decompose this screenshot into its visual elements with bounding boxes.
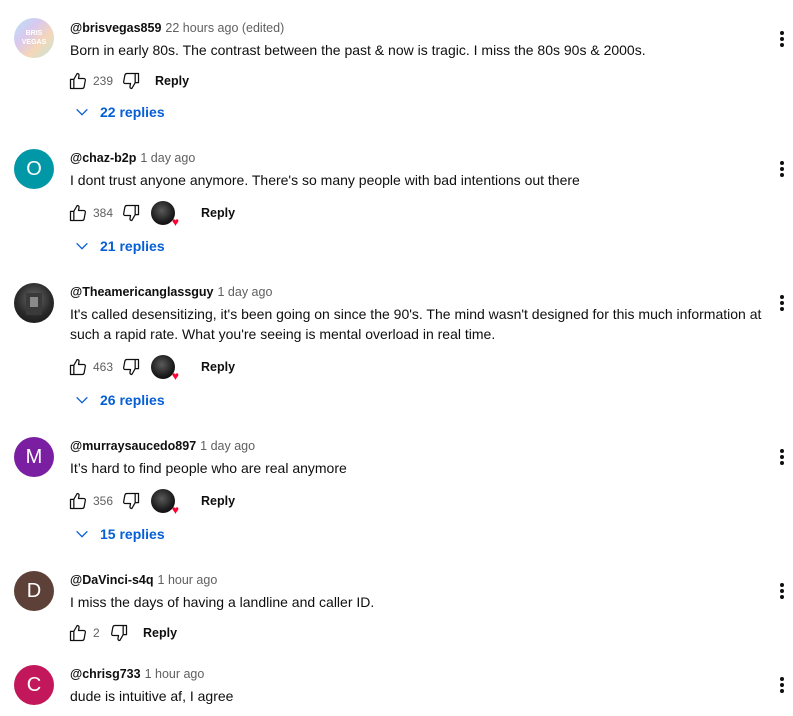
avatar[interactable]: M — [14, 437, 54, 477]
like-count: 2 — [93, 626, 100, 640]
view-replies-button[interactable]: 26 replies — [74, 392, 165, 408]
avatar-letter: C — [26, 673, 42, 696]
comment-text: It’s hard to find people who are real an… — [70, 460, 347, 476]
author-handle[interactable]: @DaVinci-s4q — [70, 573, 154, 587]
reply-button[interactable]: Reply — [201, 494, 235, 508]
comment-header: @DaVinci-s4q 1 hour ago — [70, 573, 217, 587]
view-replies-button[interactable]: 22 replies — [74, 104, 165, 120]
replies-count: 22 replies — [100, 104, 165, 120]
dislike-icon[interactable] — [109, 623, 129, 643]
dislike-icon[interactable] — [121, 357, 141, 377]
comment-text: Born in early 80s. The contrast between … — [70, 42, 646, 58]
like-icon[interactable] — [68, 357, 88, 377]
author-handle[interactable]: @chrisg733 — [70, 667, 141, 681]
author-handle[interactable]: @brisvegas859 — [70, 21, 161, 35]
replies-count: 21 replies — [100, 238, 165, 254]
like-count: 384 — [93, 206, 114, 220]
author-handle[interactable]: @Theamericanglassguy — [70, 285, 214, 299]
avatar[interactable] — [14, 283, 54, 323]
comment-actions: 463 ♥ Reply — [68, 355, 235, 382]
avatar-logo-text: BRIS VEGAS — [21, 30, 47, 46]
comment-text: dude is intuitive af, I agree — [70, 688, 234, 704]
avatar-letter: D — [26, 579, 42, 602]
timestamp[interactable]: 22 hours ago (edited) — [165, 21, 284, 35]
timestamp[interactable]: 1 hour ago — [158, 573, 218, 587]
like-icon[interactable] — [68, 71, 88, 91]
more-options-icon[interactable] — [772, 27, 792, 51]
like-icon[interactable] — [68, 623, 88, 643]
more-options-icon[interactable] — [772, 157, 792, 181]
more-options-icon[interactable] — [772, 673, 792, 697]
like-count: 356 — [93, 494, 114, 508]
creator-heart-badge: ♥ — [151, 355, 179, 382]
heart-icon: ♥ — [171, 215, 180, 229]
comment-text: I miss the days of having a landline and… — [70, 594, 375, 610]
more-options-icon[interactable] — [772, 291, 792, 315]
view-replies-button[interactable]: 15 replies — [74, 526, 165, 542]
timestamp[interactable]: 1 day ago — [200, 439, 255, 453]
chevron-down-icon — [76, 530, 88, 538]
comment-actions: 384 ♥ Reply — [68, 201, 235, 228]
avatar-letter: M — [25, 445, 43, 468]
chevron-down-icon — [76, 108, 88, 116]
comment-header: @chaz-b2p 1 day ago — [70, 151, 195, 165]
reply-button[interactable]: Reply — [155, 74, 189, 88]
chevron-down-icon — [76, 242, 88, 250]
replies-count: 15 replies — [100, 526, 165, 542]
dislike-icon[interactable] — [121, 491, 141, 511]
avatar[interactable]: O — [14, 149, 54, 189]
author-handle[interactable]: @murraysaucedo897 — [70, 439, 196, 453]
comment-header: @chrisg733 1 hour ago — [70, 667, 204, 681]
reply-button[interactable]: Reply — [143, 626, 177, 640]
comment-header: @brisvegas859 22 hours ago (edited) — [70, 21, 284, 35]
timestamp[interactable]: 1 day ago — [140, 151, 195, 165]
heart-icon: ♥ — [171, 503, 180, 517]
comment-text: It's called desensitizing, it's been goi… — [70, 306, 762, 342]
like-icon[interactable] — [68, 203, 88, 223]
comment-actions: 356 ♥ Reply — [68, 489, 235, 516]
like-icon[interactable] — [68, 491, 88, 511]
view-replies-button[interactable]: 21 replies — [74, 238, 165, 254]
like-count: 463 — [93, 360, 114, 374]
creator-heart-badge: ♥ — [151, 489, 179, 516]
avatar[interactable]: C — [14, 665, 54, 705]
avatar[interactable]: D — [14, 571, 54, 611]
comment-header: @murraysaucedo897 1 day ago — [70, 439, 255, 453]
avatar-photo — [26, 293, 42, 315]
comment-actions: 2 Reply — [68, 621, 177, 645]
comment-header: @Theamericanglassguy 1 day ago — [70, 285, 272, 299]
author-handle[interactable]: @chaz-b2p — [70, 151, 136, 165]
chevron-down-icon — [76, 396, 88, 404]
comment-actions: 239 Reply — [68, 69, 189, 93]
avatar[interactable]: BRIS VEGAS — [14, 18, 54, 58]
more-options-icon[interactable] — [772, 579, 792, 603]
heart-icon: ♥ — [171, 369, 180, 383]
creator-heart-badge: ♥ — [151, 201, 179, 228]
reply-button[interactable]: Reply — [201, 360, 235, 374]
timestamp[interactable]: 1 day ago — [218, 285, 273, 299]
comment-text: I dont trust anyone anymore. There's so … — [70, 172, 580, 188]
avatar-letter: O — [26, 157, 42, 180]
timestamp[interactable]: 1 hour ago — [145, 667, 205, 681]
dislike-icon[interactable] — [121, 71, 141, 91]
like-count: 239 — [93, 74, 114, 88]
dislike-icon[interactable] — [121, 203, 141, 223]
reply-button[interactable]: Reply — [201, 206, 235, 220]
replies-count: 26 replies — [100, 392, 165, 408]
more-options-icon[interactable] — [772, 445, 792, 469]
